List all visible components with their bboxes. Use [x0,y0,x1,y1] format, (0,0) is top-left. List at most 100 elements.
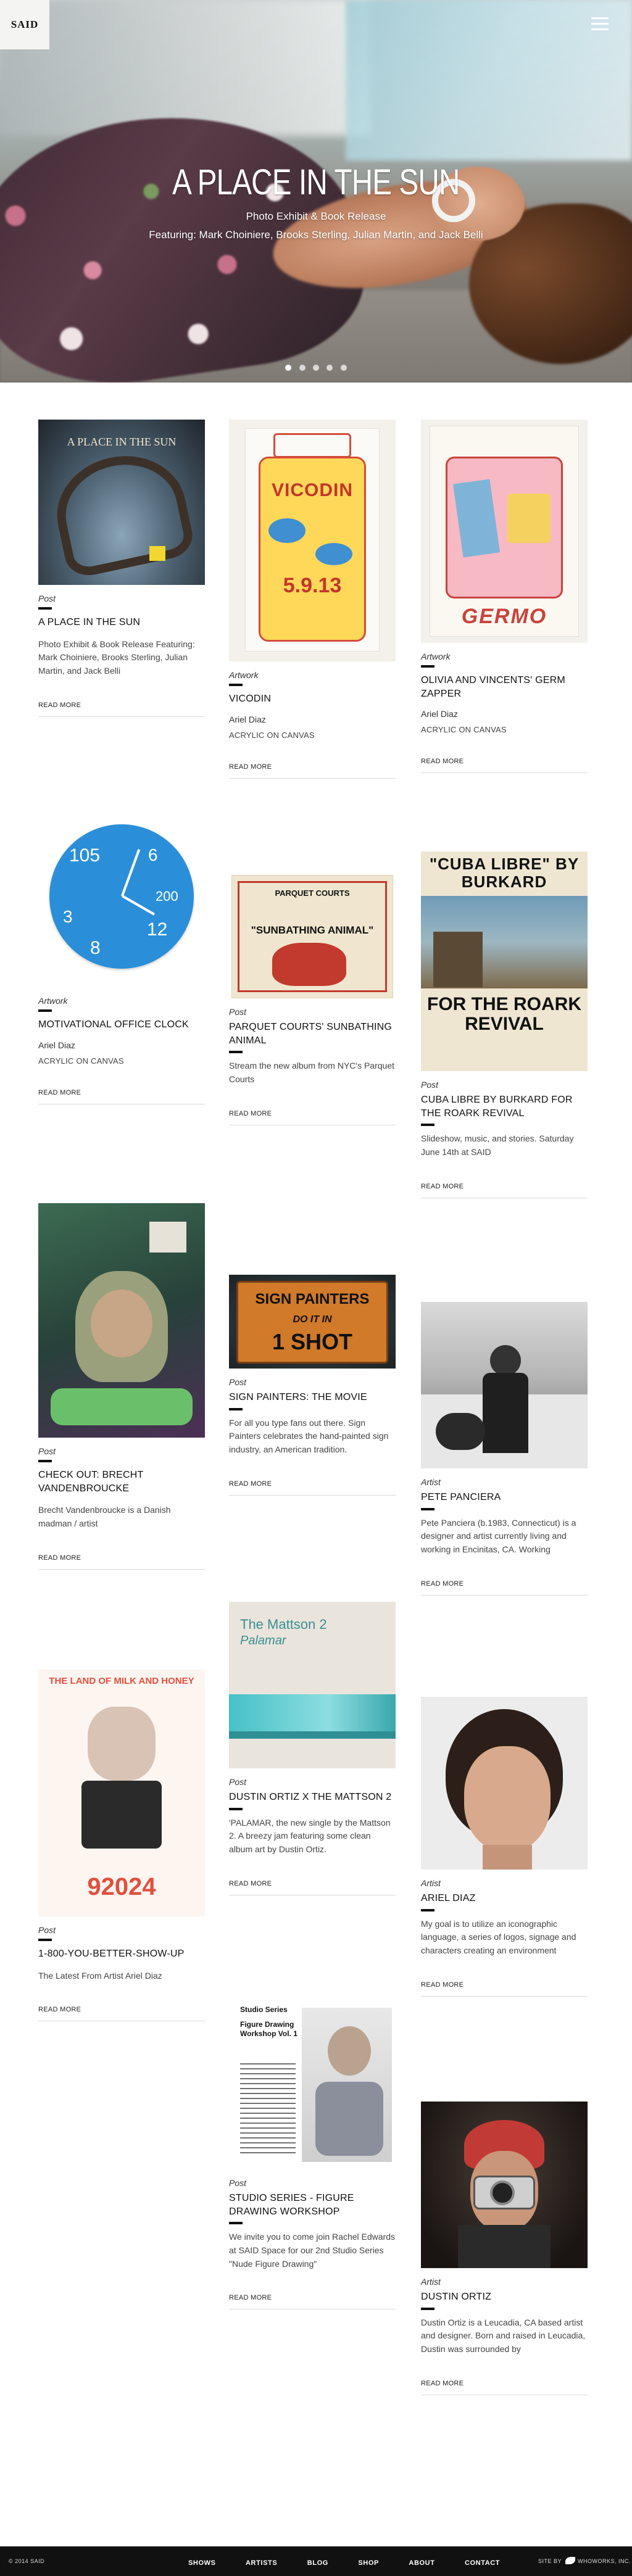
credit-name: WHOWORKS, INC. [578,2558,631,2564]
divider [421,665,434,668]
post-category: Post [421,1080,439,1090]
thumb-line: Figure Drawing Workshop Vol. 1 [240,2020,297,2038]
read-more-link[interactable]: READ MORE [229,763,396,771]
logo-text: SAID [10,19,39,30]
thumb-line: "CUBA LIBRE" BY BURKARD [429,855,580,891]
read-more-link[interactable]: READ MORE [229,1110,396,1117]
post-thumbnail[interactable]: The Mattson 2 Palamar [229,1602,396,1768]
post-description: Photo Exhibit & Book Release Featuring: … [38,639,195,676]
artwork-medium: ACRYLIC ON CANVAS [229,730,315,740]
post-title[interactable]: STUDIO SERIES - FIGURE DRAWING WORKSHOP [229,2192,396,2218]
post-title[interactable]: SIGN PAINTERS: THE MOVIE [229,1391,396,1404]
divider [229,2222,243,2225]
post-title[interactable]: ARIEL DIAZ [421,1892,588,1905]
post-title[interactable]: PETE PANCIERA [421,1491,588,1504]
thumb-line: Studio Series [240,2005,288,2014]
divider [38,607,52,610]
artwork-thumbnail[interactable]: VICODIN 5.9.13 [229,420,396,661]
artist-name[interactable]: Ariel Diaz [421,709,588,719]
post-title[interactable]: DUSTIN ORTIZ X THE MATTSON 2 [229,1791,396,1804]
hero-background [0,0,370,136]
post-thumbnail[interactable]: Studio Series Figure Drawing Workshop Vo… [229,2002,396,2169]
artist-photo[interactable] [421,1302,588,1468]
thumb-line: Palamar [240,1634,286,1647]
thumb-date: 5.9.13 [283,574,342,597]
artist-photo[interactable] [421,1697,588,1870]
slide-dot[interactable] [285,365,292,371]
post-description: Slideshow, music, and stories. Saturday … [421,1133,574,1157]
post-category: Artwork [421,652,451,661]
artist-photo[interactable] [421,2102,588,2268]
thumb-line: DO IT IN [293,1314,332,1325]
post-description: For all you type fans out there. Sign Pa… [229,1417,389,1454]
read-more-link[interactable]: READ MORE [421,1183,588,1190]
post-title[interactable]: A PLACE IN THE SUN [38,616,205,629]
post-category: Post [38,1446,56,1456]
footer-nav-shows[interactable]: SHOWS [188,2559,216,2567]
read-more-link[interactable]: READ MORE [229,1880,396,1887]
post-title[interactable]: DUSTIN ORTIZ [421,2290,588,2304]
artwork-medium: ACRYLIC ON CANVAS [421,725,507,735]
read-more-link[interactable]: READ MORE [38,2006,205,2013]
post-category: Artist [421,1477,441,1487]
post-title[interactable]: VICODIN [229,692,396,706]
divider [229,1407,243,1410]
site-logo[interactable]: SAID [0,0,49,49]
artwork-card: 105 6 200 12 8 3 Artwork MOTIVATIONAL OF… [38,821,205,1104]
artwork-thumbnail[interactable]: 105 6 200 12 8 3 [38,821,205,987]
post-thumbnail[interactable]: SIGN PAINTERS DO IT IN 1 SHOT [229,1275,396,1369]
site-credit[interactable]: SITE BY WHOWORKS, INC. [538,2557,631,2565]
post-thumbnail[interactable]: PARQUET COURTS "SUNBATHING ANIMAL" [229,875,396,998]
thumb-title: A PLACE IN THE SUN [67,436,177,448]
book-cover-label [149,546,165,561]
footer-nav-blog[interactable]: BLOG [307,2559,328,2567]
hero-title[interactable]: A PLACE IN THE SUN [172,162,460,203]
artwork-thumbnail[interactable]: GERMO [421,420,588,643]
post-title[interactable]: 1-800-YOU-BETTER-SHOW-UP [38,1947,205,1961]
footer-nav-contact[interactable]: CONTACT [465,2559,500,2567]
post-card: SIGN PAINTERS DO IT IN 1 SHOT Post SIGN … [229,1275,396,1496]
read-more-link[interactable]: READ MORE [421,1981,588,1989]
read-more-link[interactable]: READ MORE [421,758,588,765]
hero-subtitle: Photo Exhibit & Book Release [246,210,386,222]
read-more-link[interactable]: READ MORE [38,702,205,709]
post-card: THE LAND OF MILK AND HONEY 92024 Post 1-… [38,1670,205,2022]
slide-dot[interactable] [326,365,333,371]
slide-dot[interactable] [340,365,347,371]
post-thumbnail[interactable]: "CUBA LIBRE" BY BURKARD FOR THE ROARK RE… [421,851,588,1071]
post-thumbnail[interactable]: THE LAND OF MILK AND HONEY 92024 [38,1670,205,1916]
read-more-link[interactable]: READ MORE [229,1480,396,1488]
post-title[interactable]: MOTIVATIONAL OFFICE CLOCK [38,1018,205,1032]
read-more-link[interactable]: READ MORE [421,1580,588,1588]
read-more-link[interactable]: READ MORE [229,2294,396,2301]
post-title[interactable]: OLIVIA AND VINCENTS' GERM ZAPPER [421,674,588,700]
divider [421,2307,434,2310]
footer-nav-shop[interactable]: SHOP [358,2559,379,2567]
thumb-line: "SUNBATHING ANIMAL" [251,924,374,936]
slide-dot[interactable] [313,365,319,371]
post-thumbnail[interactable] [38,1203,205,1438]
hero-slideshow: A PLACE IN THE SUN Photo Exhibit & Book … [0,0,632,383]
artist-name[interactable]: Ariel Diaz [229,714,396,724]
artist-card: Artist ARIEL DIAZ My goal is to utilize … [421,1697,588,1997]
read-more-link[interactable]: READ MORE [38,1089,205,1096]
hamburger-menu-icon[interactable] [588,14,612,35]
post-thumbnail[interactable]: A PLACE IN THE SUN [38,420,205,585]
read-more-link[interactable]: READ MORE [421,2380,588,2387]
post-category: Artist [421,2277,441,2287]
artwork-card: VICODIN 5.9.13 Artwork VICODIN Ariel Dia… [229,420,396,779]
post-description: Stream the new album from NYC's Parquet … [229,1061,395,1084]
divider [229,684,243,686]
slide-indicators [0,363,632,374]
post-category: Artwork [38,996,68,1006]
artist-name[interactable]: Ariel Diaz [38,1040,205,1050]
post-title[interactable]: CHECK OUT: BRECHT VANDENBROUCKE [38,1468,205,1495]
footer-nav-artists[interactable]: ARTISTS [246,2559,277,2567]
read-more-link[interactable]: READ MORE [38,1554,205,1562]
artwork-medium: ACRYLIC ON CANVAS [38,1056,124,1066]
footer-nav-about[interactable]: ABOUT [409,2559,434,2567]
post-title[interactable]: CUBA LIBRE BY BURKARD FOR THE ROARK REVI… [421,1093,588,1120]
post-category: Post [229,1007,247,1017]
slide-dot[interactable] [299,365,306,371]
post-title[interactable]: PARQUET COURTS' SUNBATHING ANIMAL [229,1021,396,1047]
